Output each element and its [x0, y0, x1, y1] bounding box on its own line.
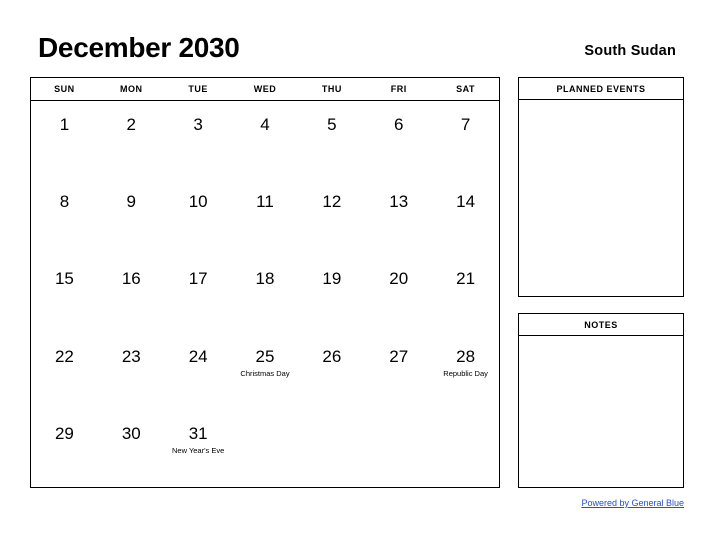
calendar-day-cell-empty	[298, 410, 365, 487]
calendar-week-row: 15 16 17 18 19 20 21	[31, 255, 499, 332]
calendar-day-cell[interactable]: 22	[31, 333, 98, 410]
day-number: 14	[456, 192, 476, 212]
day-number: 12	[322, 192, 342, 212]
calendar-day-cell[interactable]: 1	[31, 101, 98, 178]
calendar-day-cell-empty	[432, 410, 499, 487]
day-number: 13	[389, 192, 409, 212]
day-number: 7	[460, 115, 471, 134]
calendar-day-cell[interactable]: 6	[365, 101, 432, 178]
day-number: 31	[188, 423, 208, 443]
planned-events-area[interactable]	[519, 100, 683, 296]
weekday-header-mon: MON	[120, 84, 143, 94]
day-number: 28	[456, 346, 476, 366]
calendar-day-cell-empty	[365, 410, 432, 487]
calendar-day-cell[interactable]: 16	[98, 255, 165, 332]
country-label: South Sudan	[584, 43, 676, 59]
day-number: 10	[188, 192, 208, 212]
calendar-day-cell[interactable]: 27	[365, 333, 432, 410]
page-title: December 2030	[38, 32, 240, 63]
calendar-day-cell[interactable]: 8	[31, 178, 98, 255]
calendar-day-cell[interactable]: 30	[98, 410, 165, 487]
calendar-day-cell[interactable]: 20	[365, 255, 432, 332]
day-number: 9	[126, 192, 137, 212]
notes-title: NOTES	[519, 314, 683, 336]
day-number: 16	[121, 269, 141, 289]
powered-by-link[interactable]: Powered by General Blue	[581, 497, 684, 509]
calendar-day-cell[interactable]: 18	[232, 255, 299, 332]
calendar-week-row: 29 30 31 New Year's Eve	[31, 410, 499, 487]
day-number: 20	[389, 269, 409, 289]
day-number: 27	[389, 346, 409, 366]
day-number: 29	[54, 423, 74, 443]
day-number: 21	[456, 269, 476, 289]
calendar-grid: SUN MON TUE WED THU FRI SAT 1 2 3 4 5 6 7 8 9 10 11 12 13 1…	[30, 77, 500, 488]
planned-events-title: PLANNED EVENTS	[519, 78, 683, 100]
calendar-day-cell[interactable]: 15	[31, 255, 98, 332]
day-event-label: Republic Day	[443, 368, 488, 378]
calendar-day-cell-empty	[232, 410, 299, 487]
calendar-weeks: 1 2 3 4 5 6 7 8 9 10 11 12 13 14 15 16 17 18 19 20 21 22 23 24 2…	[31, 101, 499, 487]
calendar-day-cell[interactable]: 23	[98, 333, 165, 410]
day-number: 24	[188, 346, 208, 366]
day-number: 1	[59, 115, 70, 134]
day-number: 30	[121, 423, 141, 443]
weekday-header-sun: SUN	[54, 84, 75, 94]
calendar-day-cell[interactable]: 12	[298, 178, 365, 255]
calendar-day-cell[interactable]: 25 Christmas Day	[232, 333, 299, 410]
day-number: 6	[393, 115, 404, 134]
day-number: 26	[322, 346, 342, 366]
day-number: 8	[59, 192, 70, 212]
weekday-header-thu: THU	[321, 84, 342, 94]
weekday-header-fri: FRI	[390, 84, 407, 94]
calendar-week-row: 1 2 3 4 5 6 7	[31, 101, 499, 178]
day-event-label: New Year's Eve	[172, 445, 225, 455]
calendar-day-cell[interactable]: 31 New Year's Eve	[165, 410, 232, 487]
day-number: 22	[54, 346, 74, 366]
calendar-day-cell[interactable]: 11	[232, 178, 299, 255]
day-number: 19	[322, 269, 342, 289]
calendar-day-cell[interactable]: 13	[365, 178, 432, 255]
calendar-day-cell[interactable]: 29	[31, 410, 98, 487]
day-number: 3	[193, 115, 203, 134]
calendar-day-cell[interactable]: 19	[298, 255, 365, 332]
calendar-day-cell[interactable]: 24	[165, 333, 232, 410]
calendar-day-cell[interactable]: 9	[98, 178, 165, 255]
calendar-day-cell[interactable]: 28 Republic Day	[432, 333, 499, 410]
calendar-day-cell[interactable]: 7	[432, 101, 499, 178]
notes-panel: NOTES	[518, 313, 684, 488]
day-number: 2	[126, 115, 137, 134]
day-number: 11	[256, 192, 274, 212]
weekday-header-wed: WED	[253, 84, 277, 94]
notes-area[interactable]	[519, 336, 683, 487]
day-number: 18	[255, 269, 275, 289]
day-event-label: Christmas Day	[240, 368, 290, 378]
calendar-day-cell[interactable]: 26	[298, 333, 365, 410]
calendar-day-cell[interactable]: 10	[165, 178, 232, 255]
calendar-day-cell[interactable]: 5	[298, 101, 365, 178]
weekday-header-sat: SAT	[456, 84, 475, 94]
calendar-week-row: 22 23 24 25 Christmas Day 26 27 28 Republic Day	[31, 333, 499, 410]
calendar-day-cell[interactable]: 3	[165, 101, 232, 178]
planned-events-panel: PLANNED EVENTS	[518, 77, 684, 297]
day-number: 15	[54, 269, 74, 289]
page-header: December 2030 South Sudan	[0, 0, 712, 76]
calendar-day-cell[interactable]: 4	[232, 101, 299, 178]
day-number: 4	[260, 115, 270, 134]
calendar-day-cell[interactable]: 17	[165, 255, 232, 332]
day-number: 5	[327, 115, 337, 134]
calendar-day-cell[interactable]: 2	[98, 101, 165, 178]
calendar-week-row: 8 9 10 11 12 13 14	[31, 178, 499, 255]
weekday-header-tue: TUE	[188, 84, 208, 94]
calendar-day-cell[interactable]: 21	[432, 255, 499, 332]
weekday-header-row: SUN MON TUE WED THU FRI SAT	[31, 78, 499, 101]
day-number: 17	[188, 269, 208, 289]
day-number: 23	[121, 346, 141, 366]
calendar-day-cell[interactable]: 14	[432, 178, 499, 255]
day-number: 25	[255, 346, 275, 366]
